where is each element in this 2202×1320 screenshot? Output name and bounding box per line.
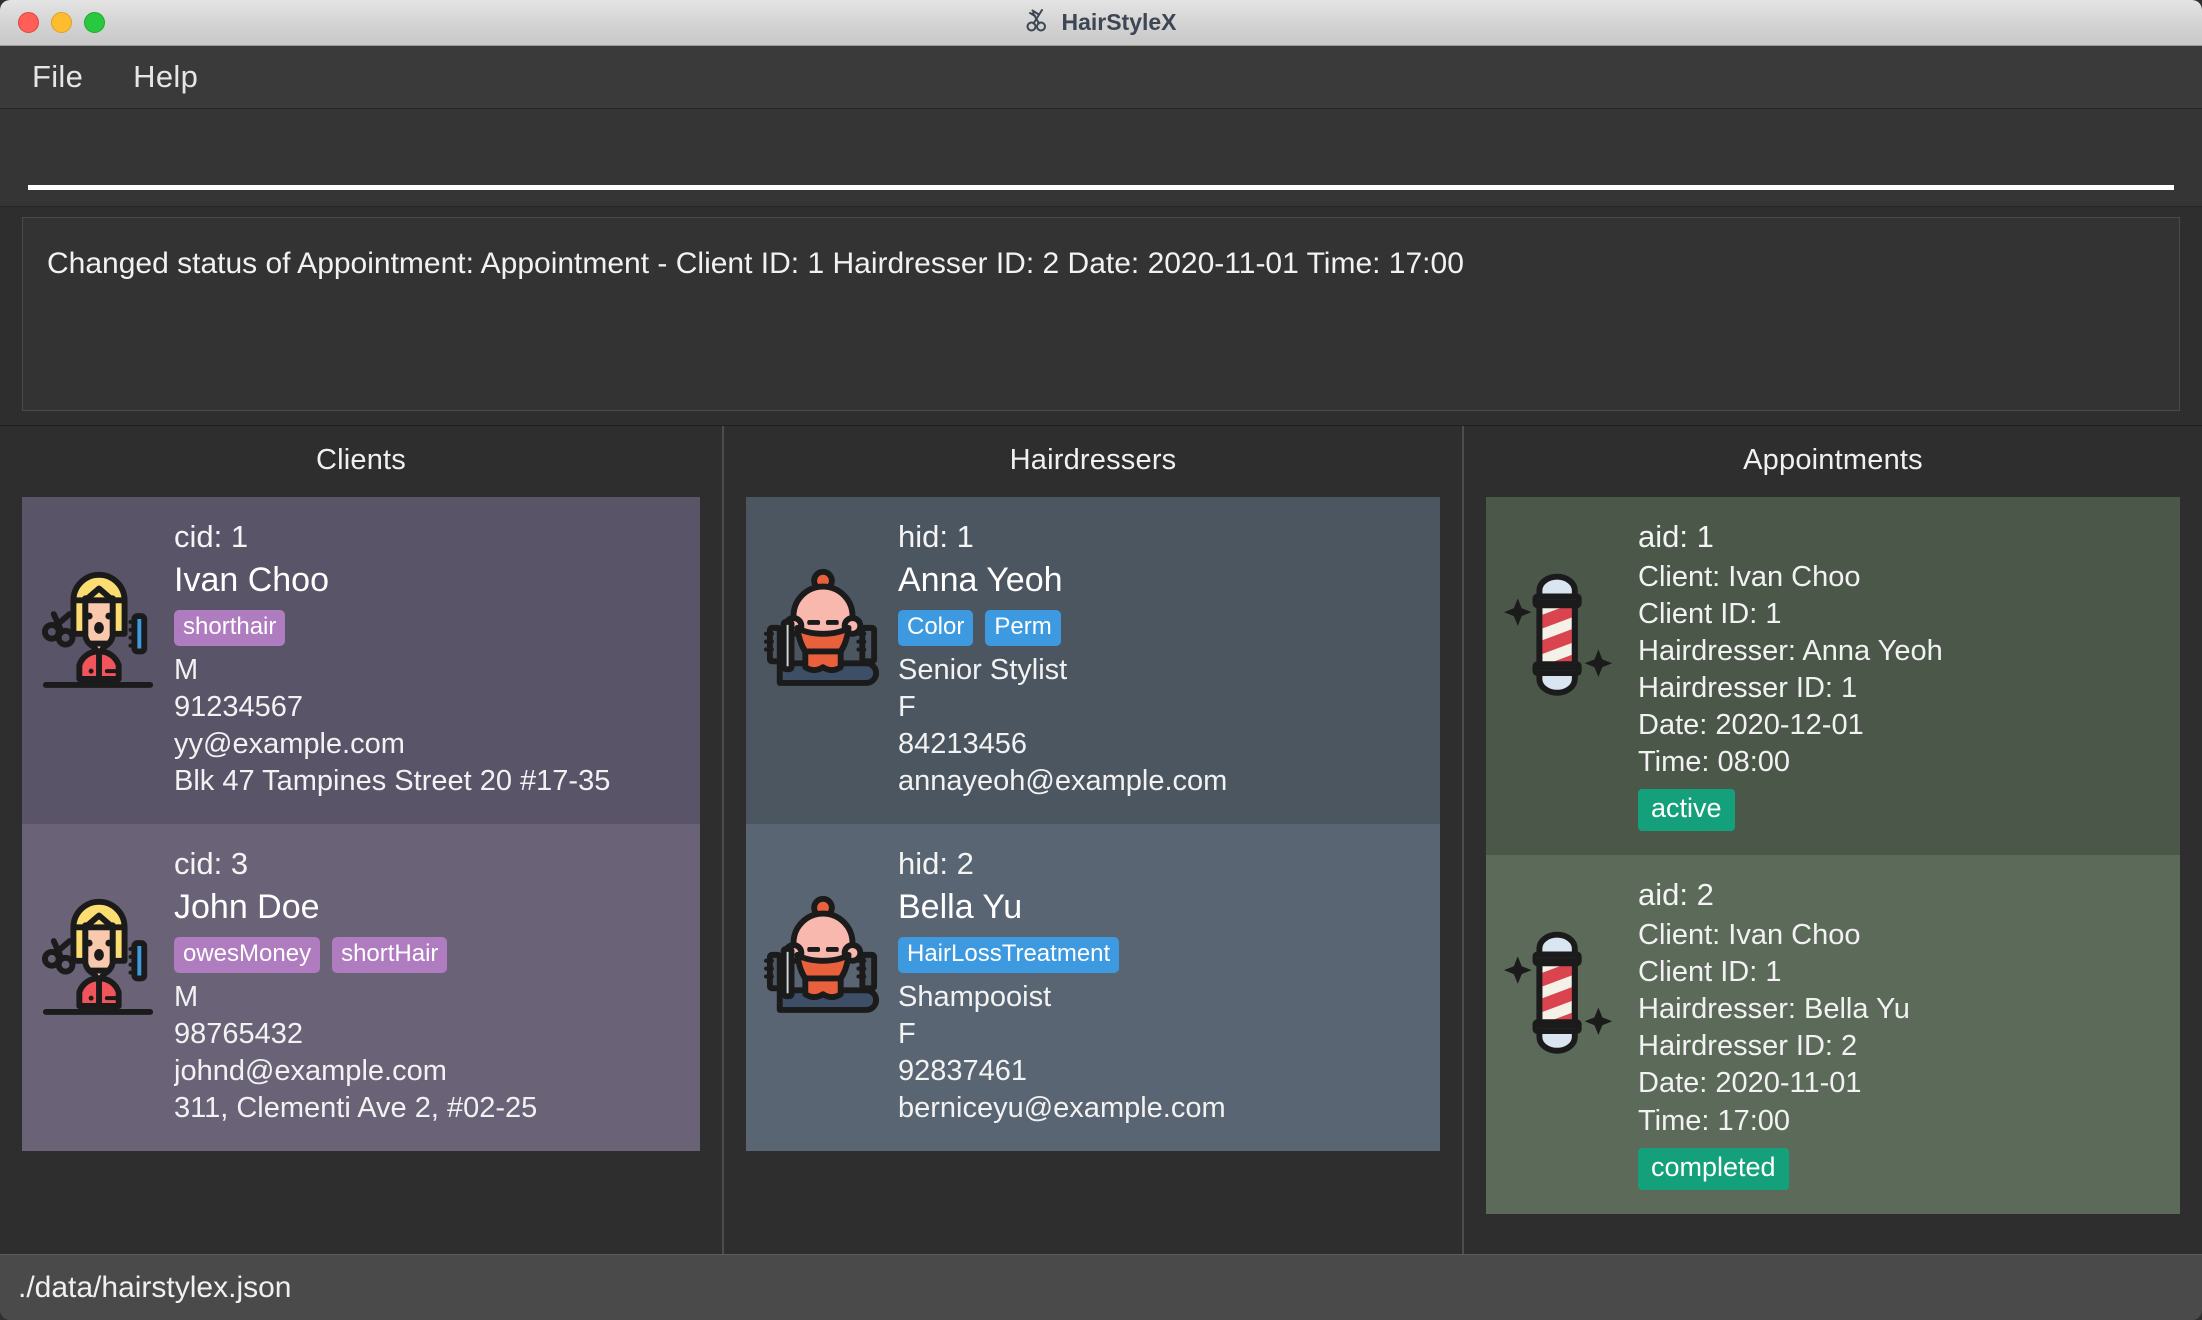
barber-pole-icon [1504,875,1622,1057]
hairdresser-card-body: hid: 1 Anna Yeoh Color Perm Senior Styli… [898,517,1416,800]
appointment-date: Date: 2020-11-01 [1638,1067,1862,1100]
appointments-card-list[interactable]: aid: 1 Client: Ivan Choo Client ID: 1 Ha… [1464,497,2202,1254]
app-window: HairStyleX File Help Changed status of A… [0,0,2202,1320]
command-input[interactable] [28,130,2174,190]
hairdressers-panel-title: Hairdressers [1009,444,1177,476]
menu-item-file[interactable]: File [32,59,83,95]
appointment-card-body: aid: 1 Client: Ivan Choo Client ID: 1 Ha… [1638,517,2156,832]
client-tag-row: shorthair [174,606,676,652]
clients-card-list[interactable]: cid: 1 Ivan Choo shorthair M 91234567 yy… [0,497,722,1254]
client-phone: 91234567 [174,690,304,723]
status-badge[interactable]: completed [1638,1147,1789,1190]
client-gender: M [174,653,199,686]
appointment-hairdresser: Hairdresser: Anna Yeoh [1638,634,1943,667]
client-address: Blk 47 Tampines Street 20 #17-35 [174,765,611,798]
appointment-card[interactable]: aid: 2 Client: Ivan Choo Client ID: 1 Ha… [1486,855,2180,1214]
hairdresser-card[interactable]: hid: 1 Anna Yeoh Color Perm Senior Styli… [746,497,1440,825]
status-badge[interactable]: active [1638,789,1735,832]
hairdresser-tag-row: Color Perm [898,606,1416,652]
hairdresser-gender: F [898,690,916,723]
client-name: John Doe [174,887,320,926]
appointment-time: Time: 08:00 [1638,746,1791,779]
hairdresser-email: berniceyu@example.com [898,1092,1226,1125]
appointment-client: Client: Ivan Choo [1638,560,1861,593]
save-location-path: ./data/hairstylex.json [18,1270,292,1304]
hairdresser-gender: F [898,1018,916,1051]
client-tag-row: owesMoney shortHair [174,933,676,979]
appointment-hairdresser: Hairdresser: Bella Yu [1638,993,1910,1026]
hairdresser-avatar-icon [764,844,882,1018]
client-tag[interactable]: shorthair [174,610,286,646]
hairdresser-email: annayeoh@example.com [898,765,1228,798]
appointment-client-id: Client ID: 1 [1638,956,1782,989]
barber-pole-icon [1504,517,1622,699]
hairdresser-title: Shampooist [898,981,1052,1013]
clients-panel: Clients cid: 1 Ivan Choo shorthair M 912… [0,426,722,1254]
menu-item-help[interactable]: Help [133,59,198,95]
client-card-body: cid: 3 John Doe owesMoney shortHair M 98… [174,844,676,1127]
client-name: Ivan Choo [174,560,329,599]
appointment-client: Client: Ivan Choo [1638,919,1861,952]
status-bar: ./data/hairstylex.json [0,1254,2202,1320]
appointment-card[interactable]: aid: 1 Client: Ivan Choo Client ID: 1 Ha… [1486,497,2180,856]
hairdresser-card-body: hid: 2 Bella Yu HairLossTreatment Shampo… [898,844,1416,1127]
appointment-id: aid: 1 [1638,519,1714,554]
appointment-date: Date: 2020-12-01 [1638,709,1864,742]
panel-container: Clients cid: 1 Ivan Choo shorthair M 912… [0,425,2202,1254]
hairdresser-name: Anna Yeoh [898,560,1063,599]
hairdresser-specialisation-tag[interactable]: Color [898,610,974,646]
appointment-status-row: active [1638,781,2156,832]
appointment-hairdresser-id: Hairdresser ID: 2 [1638,1030,1858,1063]
hairdresser-phone: 92837461 [898,1055,1028,1088]
appointment-status-row: completed [1638,1140,2156,1190]
appointment-hairdresser-id: Hairdresser ID: 1 [1638,672,1858,704]
client-card-body: cid: 1 Ivan Choo shorthair M 91234567 yy… [174,517,676,800]
hairdresser-title: Senior Stylist [898,653,1068,686]
hairdresser-card[interactable]: hid: 2 Bella Yu HairLossTreatment Shampo… [746,824,1440,1152]
result-message: Changed status of Appointment: Appointme… [47,247,1464,280]
scissors-comb-icon [1025,7,1051,39]
client-id: cid: 1 [174,519,249,554]
client-avatar-icon [40,517,158,691]
appointment-card-body: aid: 2 Client: Ivan Choo Client ID: 1 Ha… [1638,875,2156,1190]
hairdresser-avatar-icon [764,517,882,691]
window-title-text: HairStyleX [1061,9,1177,35]
appointment-id: aid: 2 [1638,877,1714,913]
hairdresser-id: hid: 1 [898,519,974,554]
appointment-client-id: Client ID: 1 [1638,597,1782,630]
window-title: HairStyleX [0,7,2202,39]
hairdresser-tag-row: HairLossTreatment [898,933,1416,979]
hairdresser-name: Bella Yu [898,887,1023,926]
result-area: Changed status of Appointment: Appointme… [0,207,2202,425]
clients-panel-title: Clients [315,444,407,476]
hairdresser-phone: 84213456 [898,728,1028,760]
client-email: johnd@example.com [174,1055,447,1088]
command-area [0,109,2202,207]
appointments-panel-title: Appointments [1743,444,1923,476]
result-display-box: Changed status of Appointment: Appointme… [22,217,2180,411]
hairdresser-id: hid: 2 [898,846,974,882]
menu-bar: File Help [0,46,2202,109]
client-id: cid: 3 [174,846,249,882]
client-address: 311, Clementi Ave 2, #02-25 [174,1092,538,1125]
client-card[interactable]: cid: 1 Ivan Choo shorthair M 91234567 yy… [22,497,700,825]
client-tag[interactable]: owesMoney [174,937,321,973]
title-bar: HairStyleX [0,0,2202,46]
appointments-panel: Appointments aid: 1 Client: Ivan Choo Cl… [1462,426,2202,1254]
client-email: yy@example.com [174,728,405,760]
client-phone: 98765432 [174,1018,304,1051]
client-card[interactable]: cid: 3 John Doe owesMoney shortHair M 98… [22,824,700,1152]
client-tag[interactable]: shortHair [332,937,448,973]
client-avatar-icon [40,844,158,1018]
hairdressers-card-list[interactable]: hid: 1 Anna Yeoh Color Perm Senior Styli… [724,497,1462,1254]
client-gender: M [174,981,199,1013]
appointment-time: Time: 17:00 [1638,1104,1791,1137]
hairdresser-specialisation-tag[interactable]: Perm [985,610,1061,646]
hairdresser-specialisation-tag[interactable]: HairLossTreatment [898,937,1120,973]
hairdressers-panel: Hairdressers hid: 1 Anna Yeoh Color Perm… [722,426,1462,1254]
